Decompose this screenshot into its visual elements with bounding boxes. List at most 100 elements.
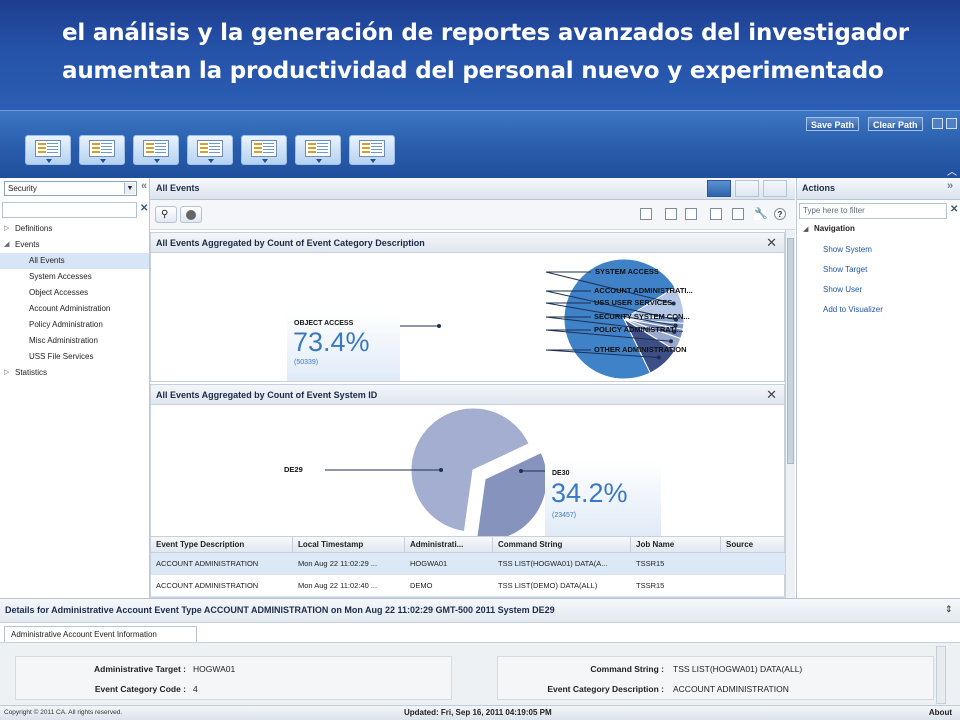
tree-item[interactable]: All Events bbox=[0, 253, 149, 269]
tab-account-event-info[interactable]: Administrative Account Event Information bbox=[4, 626, 197, 642]
tree-item-label: All Events bbox=[29, 256, 65, 265]
tree-item-label: Misc Administration bbox=[29, 336, 98, 345]
trend-view-button[interactable] bbox=[763, 180, 787, 197]
action-link[interactable]: Show Target bbox=[823, 265, 867, 274]
toolbar-report-button-2[interactable] bbox=[79, 135, 125, 165]
help-icon[interactable]: ? bbox=[774, 208, 786, 220]
leader-dot bbox=[437, 324, 441, 328]
clear-path-button[interactable]: Clear Path bbox=[868, 117, 923, 131]
tree-filter-input[interactable] bbox=[2, 202, 137, 218]
collapsed-twisty-icon[interactable]: ▷ bbox=[4, 365, 9, 381]
action-link[interactable]: Show System bbox=[823, 245, 872, 254]
tree-item[interactable]: System Accesses bbox=[0, 269, 149, 285]
toolbar-report-button-6[interactable] bbox=[295, 135, 341, 165]
tree-item[interactable]: ◢ Events bbox=[0, 237, 149, 253]
clear-filter-icon[interactable]: ✕ bbox=[140, 203, 148, 214]
globe-report-icon bbox=[305, 140, 331, 157]
tree-item[interactable]: USS File Services bbox=[0, 349, 149, 365]
scrollbar-thumb[interactable] bbox=[787, 238, 794, 464]
table-cell: ACCOUNT ADMINISTRATION bbox=[156, 559, 259, 568]
leader-dot bbox=[519, 469, 523, 473]
action-link[interactable]: Add to Visualizer bbox=[823, 305, 883, 314]
toolbar-report-button-5[interactable] bbox=[241, 135, 287, 165]
tree-item-label: Statistics bbox=[15, 368, 48, 377]
help-icon[interactable] bbox=[946, 118, 957, 129]
collapse-left-icon[interactable]: « bbox=[141, 180, 147, 192]
close-icon[interactable]: ✕ bbox=[766, 235, 777, 251]
add-icon[interactable] bbox=[710, 208, 722, 220]
tree-item[interactable]: Policy Administration bbox=[0, 317, 149, 333]
pie-slice[interactable] bbox=[476, 451, 548, 537]
expand-icon[interactable]: ⇕ bbox=[945, 604, 953, 615]
tree-item[interactable]: ▷ Definitions bbox=[0, 221, 149, 237]
category-desc-label: Event Category Description : bbox=[547, 684, 664, 694]
callout-label: DE30 bbox=[552, 470, 570, 477]
tree-item[interactable]: Object Accesses bbox=[0, 285, 149, 301]
clear-filter-icon[interactable]: ✕ bbox=[950, 204, 958, 215]
expanded-twisty-icon[interactable]: ◢ bbox=[803, 225, 808, 233]
action-link[interactable]: Show User bbox=[823, 285, 862, 294]
navigation-group-label: Navigation bbox=[814, 224, 855, 233]
center-scrollbar[interactable] bbox=[785, 230, 795, 598]
chart-callout: DE30 34.2% (23457) bbox=[545, 461, 661, 536]
slide-title-line-2: aumentan la productividad del personal n… bbox=[62, 58, 884, 84]
search-button[interactable]: ⚲ bbox=[155, 206, 177, 223]
column-header[interactable]: Event Type Description bbox=[151, 537, 293, 553]
tree-item[interactable]: Account Administration bbox=[0, 301, 149, 317]
grid-report-icon bbox=[89, 140, 115, 157]
save-path-button[interactable]: Save Path bbox=[806, 117, 860, 131]
table-cell bbox=[721, 553, 785, 575]
column-header[interactable]: Job Name bbox=[631, 537, 721, 553]
pie-label: SYSTEM ACCESS bbox=[595, 267, 659, 276]
domain-select[interactable]: Security ▼ bbox=[4, 181, 137, 196]
pie-toggle-button[interactable] bbox=[180, 206, 202, 223]
table-cell: ACCOUNT ADMINISTRATION bbox=[156, 581, 259, 590]
export-icon[interactable] bbox=[685, 208, 697, 220]
chart-view-button[interactable] bbox=[735, 180, 759, 197]
display-options-icon[interactable] bbox=[640, 208, 652, 220]
expanded-twisty-icon[interactable]: ◢ bbox=[4, 237, 9, 253]
form-report-icon bbox=[197, 140, 223, 157]
actions-panel: Actions » Type here to filter ✕ ◢ Naviga… bbox=[796, 178, 960, 598]
refresh-icon[interactable] bbox=[932, 118, 943, 129]
details-scrollbar[interactable] bbox=[936, 646, 946, 704]
tree-item[interactable]: Misc Administration bbox=[0, 333, 149, 349]
caret-down-icon bbox=[46, 159, 52, 163]
app-toolbar: Save Path Clear Path ︿ bbox=[0, 110, 960, 178]
chart-title: All Events Aggregated by Count of Event … bbox=[151, 385, 784, 405]
toolbar-report-button-1[interactable] bbox=[25, 135, 71, 165]
close-icon[interactable]: ✕ bbox=[766, 387, 777, 403]
toolbar-report-button-4[interactable] bbox=[187, 135, 233, 165]
preview-icon[interactable] bbox=[665, 208, 677, 220]
pie-label: SECURITY SYSTEM CON... bbox=[594, 312, 690, 321]
collapsed-twisty-icon[interactable]: ▷ bbox=[4, 221, 9, 237]
actions-filter-input[interactable]: Type here to filter bbox=[799, 203, 947, 219]
column-header[interactable]: Source bbox=[721, 537, 785, 553]
column-header[interactable]: Local Timestamp bbox=[293, 537, 405, 553]
document-icon[interactable] bbox=[732, 208, 744, 220]
toolbar-report-button-7[interactable] bbox=[349, 135, 395, 165]
category-code-label: Event Category Code : bbox=[94, 684, 186, 694]
tree-item[interactable]: ▷ Statistics bbox=[0, 365, 149, 381]
grid-view-button[interactable] bbox=[707, 180, 731, 197]
collapse-up-icon[interactable]: ︿ bbox=[947, 163, 957, 178]
chart-panel-category: All Events Aggregated by Count of Event … bbox=[150, 232, 785, 382]
table-cell: TSS LIST(HOGWA01) DATA(A... bbox=[498, 559, 608, 568]
tree-item-label: System Accesses bbox=[29, 272, 92, 281]
collapse-right-icon[interactable]: » bbox=[947, 180, 953, 192]
table-row[interactable]: ACCOUNT ADMINISTRATION Mon Aug 22 11:02:2… bbox=[151, 553, 785, 575]
detail-box-right: Command String : TSS LIST(HOGWA01) DATA(… bbox=[497, 656, 934, 700]
toolbar-report-button-3[interactable] bbox=[133, 135, 179, 165]
wrench-icon[interactable]: 🔧 bbox=[754, 208, 768, 220]
table-row[interactable]: ACCOUNT ADMINISTRATION Mon Aug 22 11:02:4… bbox=[151, 575, 785, 597]
chart-callout: OBJECT ACCESS 73.4% (50339) bbox=[287, 311, 400, 381]
column-header[interactable]: Administrati... bbox=[405, 537, 493, 553]
about-link[interactable]: About bbox=[929, 708, 952, 717]
column-header[interactable]: Command String bbox=[493, 537, 631, 553]
actions-header: Actions » bbox=[797, 178, 960, 200]
callout-percent: 73.4% bbox=[293, 327, 370, 357]
category-pie-chart bbox=[400, 258, 685, 380]
caret-down-icon bbox=[100, 159, 106, 163]
search-icon: ⚲ bbox=[161, 209, 169, 220]
leader-dot bbox=[656, 355, 661, 360]
